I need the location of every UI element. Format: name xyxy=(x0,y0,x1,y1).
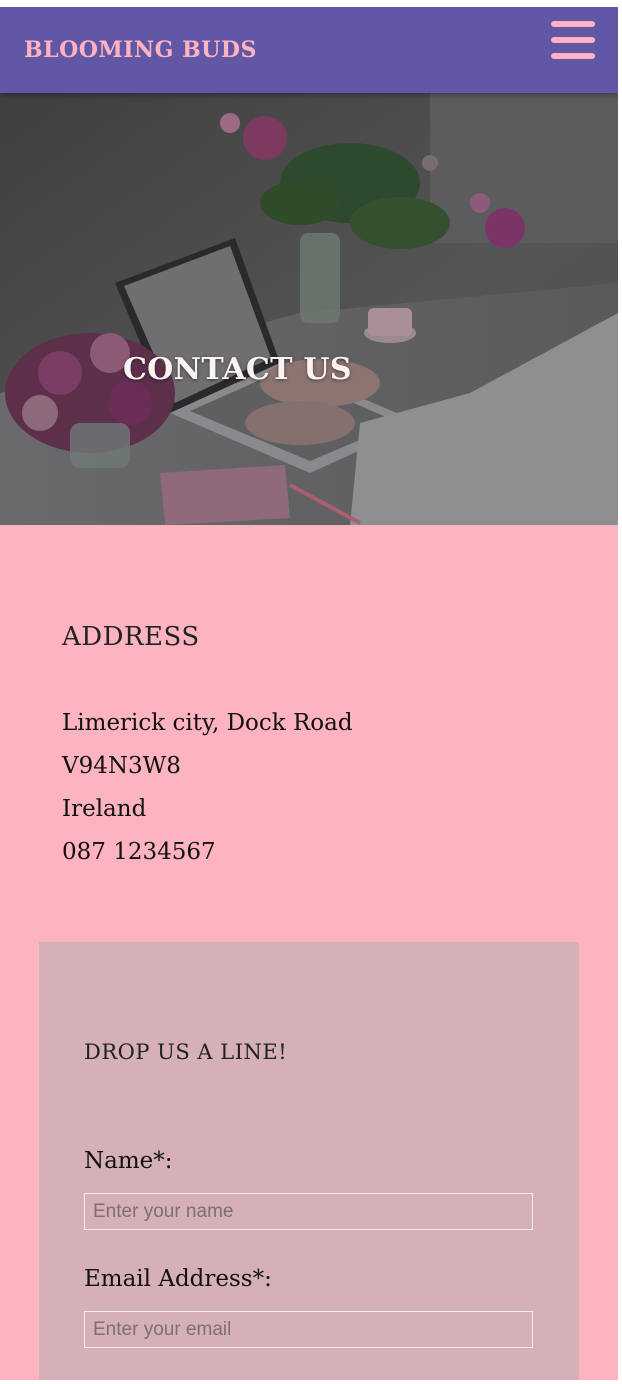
email-label: Email Address*: xyxy=(84,1266,272,1292)
page: BLOOMING BUDS CONTACT US ADDRESS Limeric… xyxy=(0,7,618,1380)
address-line: Limerick city, Dock Road xyxy=(62,710,353,736)
name-input[interactable] xyxy=(84,1193,533,1230)
phone-number: 087 1234567 xyxy=(62,839,216,865)
menu-bar xyxy=(551,37,595,43)
address-line: Ireland xyxy=(62,796,147,822)
form-heading: DROP US A LINE! xyxy=(84,1040,288,1064)
menu-bar xyxy=(551,53,595,59)
address-block: Limerick city, Dock Road V94N3W8 Ireland… xyxy=(62,702,353,874)
hero-banner: CONTACT US xyxy=(0,93,618,525)
name-label: Name*: xyxy=(84,1148,173,1174)
contact-form: DROP US A LINE! Name*: Email Address*: xyxy=(39,942,579,1380)
brand-logo-link[interactable]: BLOOMING BUDS xyxy=(24,35,257,65)
hamburger-menu-icon[interactable] xyxy=(551,21,595,59)
email-input[interactable] xyxy=(84,1311,533,1348)
address-line: V94N3W8 xyxy=(62,753,181,779)
hero-image xyxy=(0,93,618,525)
address-heading: ADDRESS xyxy=(62,622,200,652)
page-title: CONTACT US xyxy=(123,352,352,387)
menu-bar xyxy=(551,21,595,27)
site-header: BLOOMING BUDS xyxy=(0,7,618,93)
